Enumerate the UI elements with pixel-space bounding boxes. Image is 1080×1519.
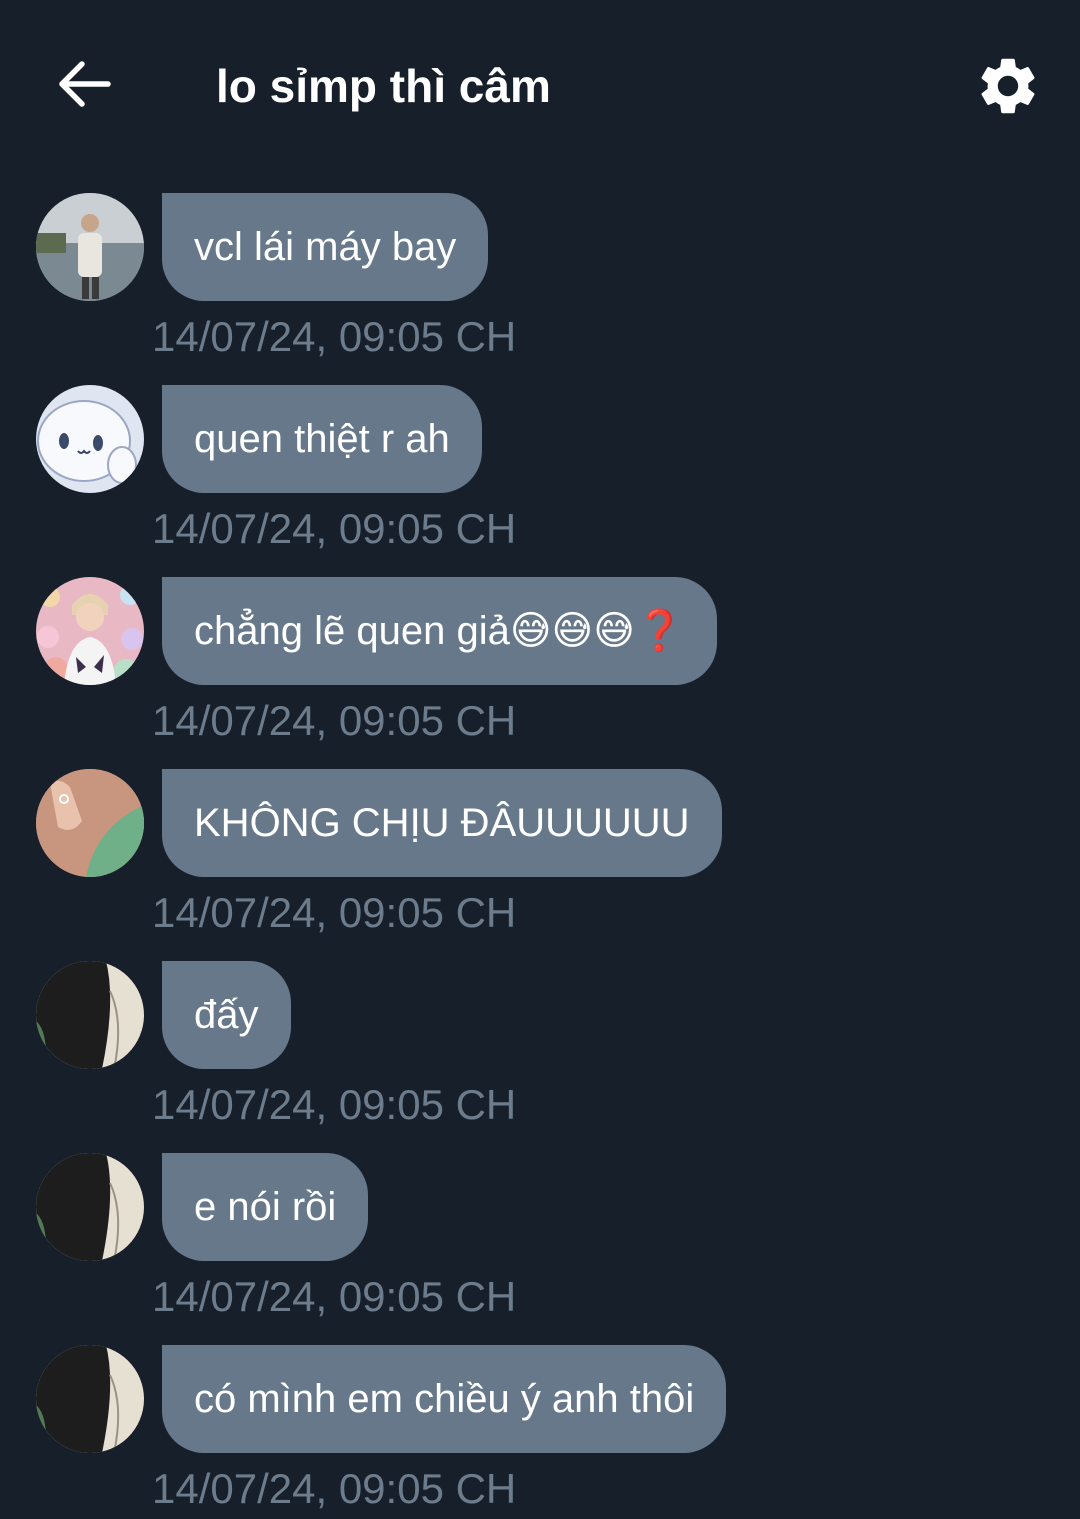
avatar-hand-green-image xyxy=(36,769,144,877)
message-timestamp: 14/07/24, 09:05 CH xyxy=(152,889,517,936)
avatar-boy-lake-image xyxy=(36,193,144,301)
message-row: quen thiệt r ah 14/07/24, 09:05 CH xyxy=(0,385,1080,577)
message-bubble[interactable]: có mình em chiều ý anh thôi xyxy=(162,1345,727,1453)
avatar[interactable] xyxy=(36,1153,144,1261)
avatar-dark-photo-image xyxy=(36,1153,144,1261)
message-timestamp: 14/07/24, 09:05 CH xyxy=(152,697,517,744)
message-text: vcl lái máy bay xyxy=(194,225,457,269)
message-text: KHÔNG CHỊU ĐÂUUUUUU xyxy=(194,801,690,845)
avatar-cinnamoroll-image xyxy=(36,385,144,493)
message-text: e nói rồi xyxy=(194,1185,337,1229)
message-bubble[interactable]: đấy xyxy=(162,961,291,1069)
chat-screen: lo sỉmp thì câm vcl lái máy bay 14/07/24… xyxy=(0,0,1080,1519)
message-text: đấy xyxy=(194,993,259,1037)
message-row: e nói rồi 14/07/24, 09:05 CH xyxy=(0,1153,1080,1345)
message-bubble[interactable]: vcl lái máy bay xyxy=(162,193,489,301)
message-bubble[interactable]: quen thiệt r ah xyxy=(162,385,482,493)
avatar-boy-toys-image xyxy=(36,577,144,685)
emoji-sweat-smile-icon: 😅😅😅❓ xyxy=(509,608,685,654)
message-row: KHÔNG CHỊU ĐÂUUUUUU 14/07/24, 09:05 CH xyxy=(0,769,1080,961)
message-bubble[interactable]: chẳng lẽ quen giả😅😅😅❓ xyxy=(162,577,717,685)
message-bubble[interactable]: e nói rồi xyxy=(162,1153,369,1261)
message-text: quen thiệt r ah xyxy=(194,417,450,461)
message-timestamp: 14/07/24, 09:05 CH xyxy=(152,1273,517,1320)
message-list[interactable]: vcl lái máy bay 14/07/24, 09:05 CH quen … xyxy=(0,0,1080,1519)
avatar[interactable] xyxy=(36,961,144,1069)
message-timestamp: 14/07/24, 09:05 CH xyxy=(152,505,517,552)
message-text: có mình em chiều ý anh thôi xyxy=(194,1377,695,1421)
message-row: vcl lái máy bay 14/07/24, 09:05 CH xyxy=(0,193,1080,385)
avatar[interactable] xyxy=(36,193,144,301)
avatar-dark-photo-image xyxy=(36,961,144,1069)
message-text: chẳng lẽ quen giả xyxy=(194,609,510,653)
message-timestamp: 14/07/24, 09:05 CH xyxy=(152,1081,517,1128)
message-timestamp: 14/07/24, 09:05 CH xyxy=(152,1465,517,1512)
message-timestamp: 14/07/24, 09:05 CH xyxy=(152,313,517,360)
avatar[interactable] xyxy=(36,385,144,493)
message-bubble[interactable]: KHÔNG CHỊU ĐÂUUUUUU xyxy=(162,769,722,877)
message-row: chẳng lẽ quen giả😅😅😅❓ 14/07/24, 09:05 CH xyxy=(0,577,1080,769)
avatar[interactable] xyxy=(36,577,144,685)
avatar[interactable] xyxy=(36,769,144,877)
avatar-dark-photo-image xyxy=(36,1345,144,1453)
message-row: đấy 14/07/24, 09:05 CH xyxy=(0,961,1080,1153)
avatar[interactable] xyxy=(36,1345,144,1453)
message-row: có mình em chiều ý anh thôi 14/07/24, 09… xyxy=(0,1345,1080,1519)
